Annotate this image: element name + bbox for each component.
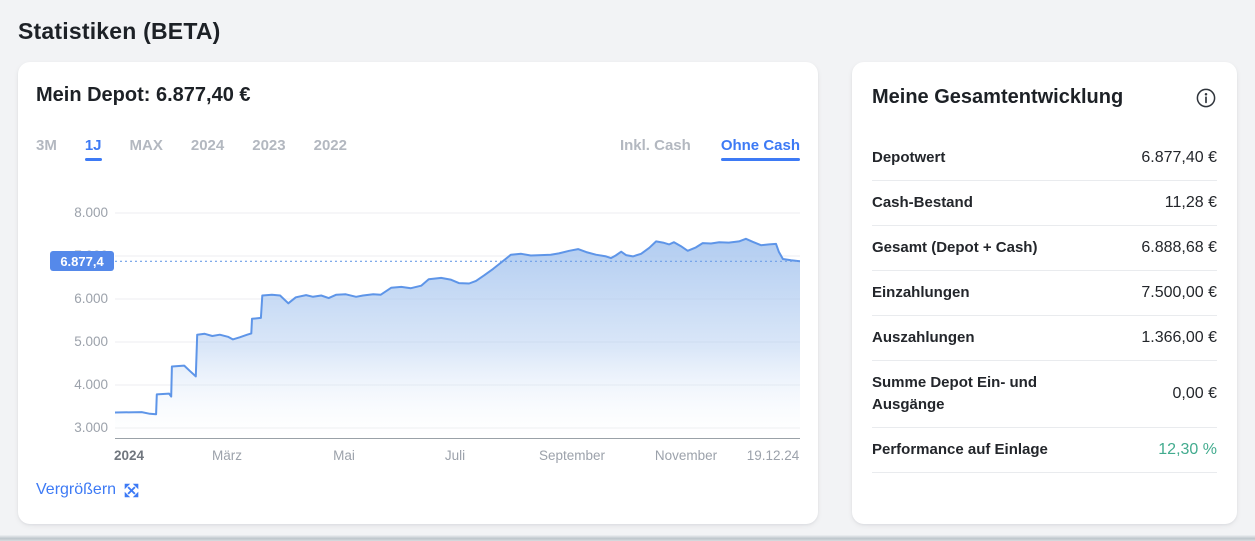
row-value: 6.888,68 € [1141,239,1217,257]
enlarge-label: Vergrößern [36,481,116,499]
range-tab-3m[interactable]: 3M [36,137,57,161]
row-value: 11,28 € [1165,194,1217,212]
x-axis-label: Juli [445,448,465,463]
x-axis-label: November [655,448,717,463]
summary-title: Meine Gesamtentwicklung [872,86,1123,109]
row-value: 12,30 % [1158,441,1217,459]
row-label: Einzahlungen [872,282,970,304]
enlarge-link[interactable]: Vergrößern [36,481,140,499]
y-axis-label: 4.000 [38,377,108,393]
range-tab-2024[interactable]: 2024 [191,137,224,161]
expand-icon [123,482,140,499]
summary-row-einzahlungen: Einzahlungen 7.500,00 € [872,271,1217,316]
y-axis-label: 8.000 [38,205,108,221]
summary-row-depotwert: Depotwert 6.877,40 € [872,136,1217,181]
row-label: Summe Depot Ein- und Ausgänge [872,372,1087,416]
row-label: Performance auf Einlage [872,439,1048,461]
cash-toggle: Inkl. Cash Ohne Cash [620,137,800,161]
y-axis-label: 5.000 [38,334,108,350]
row-label: Depotwert [872,147,945,169]
cash-tab-inkl-cash[interactable]: Inkl. Cash [620,137,691,161]
row-label: Cash-Bestand [872,192,973,214]
row-value: 6.877,40 € [1141,149,1217,167]
summary-row-auszahlungen: Auszahlungen 1.366,00 € [872,316,1217,361]
row-value: 1.366,00 € [1141,329,1217,347]
chart-controls: 3M 1J MAX 2024 2023 2022 Inkl. Cash Ohne Cash [36,137,800,161]
range-tab-1j[interactable]: 1J [85,137,102,161]
range-tab-max[interactable]: MAX [130,137,163,161]
x-axis-label: März [212,448,242,463]
summary-row-performance-auf-einlage: Performance auf Einlage 12,30 % [872,428,1217,473]
summary-row-cash-bestand: Cash-Bestand 11,28 € [872,181,1217,226]
window-bottom-edge [0,535,1255,541]
current-value-badge: 6.877,4 [50,251,114,271]
range-tabs: 3M 1J MAX 2024 2023 2022 [36,137,347,161]
range-tab-2022[interactable]: 2022 [314,137,347,161]
summary-card: Meine Gesamtentwicklung Depotwert 6.877,4… [852,62,1237,524]
x-axis-label: September [539,448,605,463]
row-label: Gesamt (Depot + Cash) [872,237,1037,259]
y-axis-label: 6.000 [38,291,108,307]
statistics-page: Statistiken (BETA) Mein Depot: 6.877,40 … [0,0,1255,524]
row-label: Auszahlungen [872,327,975,349]
summary-table: Depotwert 6.877,40 € Cash-Bestand 11,28 € Ge… [872,136,1217,473]
cash-tab-ohne-cash[interactable]: Ohne Cash [721,137,800,161]
summary-header: Meine Gesamtentwicklung [872,86,1217,109]
depot-chart[interactable]: 8.0007.0006.0005.0004.0003.0002024MärzMa… [115,191,800,439]
x-axis-label: 2024 [114,448,144,463]
summary-row-gesamt-depot-cash: Gesamt (Depot + Cash) 6.888,68 € [872,226,1217,271]
depot-title: Mein Depot: 6.877,40 € [36,84,800,107]
info-icon[interactable] [1195,87,1217,109]
range-tab-2023[interactable]: 2023 [252,137,285,161]
depot-card: Mein Depot: 6.877,40 € 3M 1J MAX 2024 2023 20… [18,62,818,524]
page-title: Statistiken (BETA) [18,18,1237,45]
row-value: 0,00 € [1173,385,1217,403]
content-row: Mein Depot: 6.877,40 € 3M 1J MAX 2024 2023 20… [18,62,1237,524]
x-axis-label: 19.12.24 [747,448,800,463]
y-axis-label: 3.000 [38,420,108,436]
summary-row-summe-depot-ein-und-ausg-nge: Summe Depot Ein- und Ausgänge 0,00 € [872,361,1217,428]
x-axis-label: Mai [333,448,355,463]
row-value: 7.500,00 € [1141,284,1217,302]
